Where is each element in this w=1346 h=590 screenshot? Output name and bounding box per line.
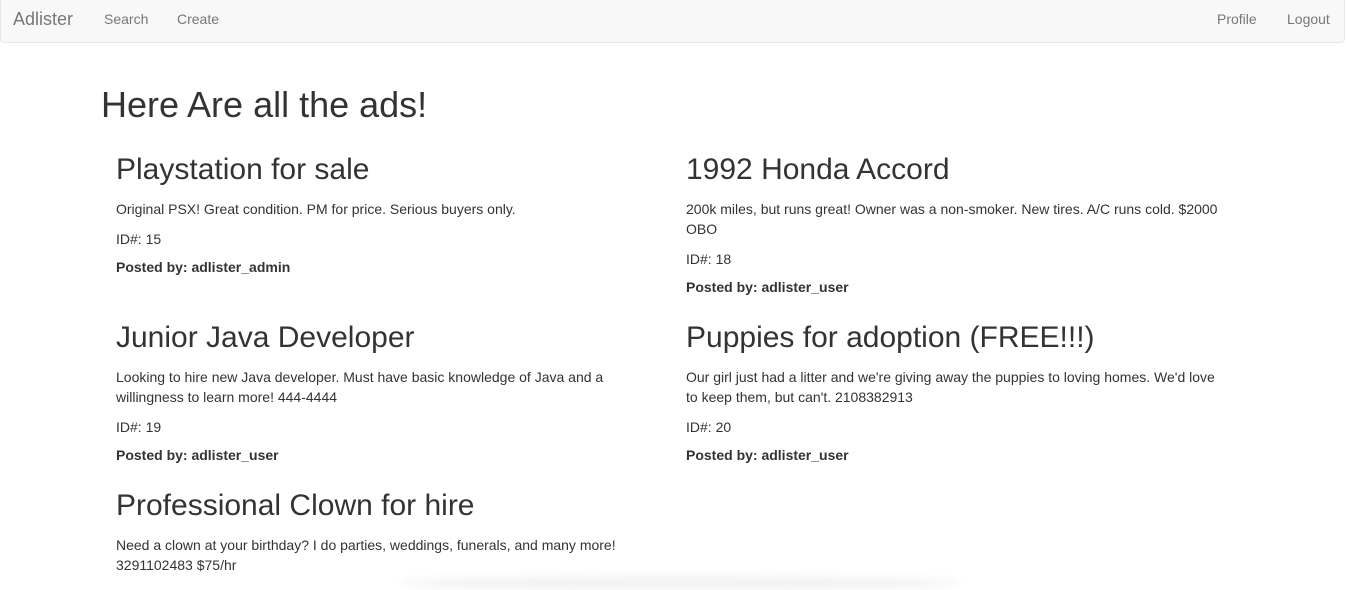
ad-posted-by: Posted by: adlister_user	[686, 447, 849, 463]
ad-description: Original PSX! Great condition. PM for pr…	[116, 201, 516, 217]
ad-card: Junior Java Developer Looking to hire ne…	[116, 320, 656, 465]
ad-title: Junior Java Developer	[116, 321, 415, 354]
ad-id: ID#: 15	[116, 231, 162, 247]
nav-logout-link[interactable]: Logout	[1287, 0, 1330, 40]
ad-description: Need a clown at your birthday? I do part…	[116, 537, 616, 573]
ad-card: Puppies for adoption (FREE!!!) Our girl …	[686, 320, 1226, 465]
top-navbar: Adlister Search Create Profile Logout	[0, 0, 1345, 43]
ad-id: ID#: 18	[686, 251, 732, 267]
ad-card: Professional Clown for hire Need a clown…	[116, 488, 656, 575]
nav-search-link[interactable]: Search	[104, 0, 148, 40]
scroll-shadow	[400, 576, 960, 590]
ad-posted-by: Posted by: adlister_admin	[116, 259, 291, 275]
ad-id: ID#: 19	[116, 419, 162, 435]
ad-title: Puppies for adoption (FREE!!!)	[686, 321, 1095, 354]
ad-posted-by: Posted by: adlister_user	[686, 279, 849, 295]
ad-card: Playstation for sale Original PSX! Great…	[116, 152, 656, 277]
brand-link[interactable]: Adlister	[13, 0, 73, 40]
nav-profile-link[interactable]: Profile	[1217, 0, 1257, 40]
ad-id: ID#: 20	[686, 419, 732, 435]
ad-description: Looking to hire new Java developer. Must…	[116, 369, 604, 405]
ad-card: 1992 Honda Accord 200k miles, but runs g…	[686, 152, 1226, 297]
ad-description: 200k miles, but runs great! Owner was a …	[686, 201, 1218, 237]
ad-description: Our girl just had a litter and we're giv…	[686, 369, 1215, 405]
ad-title: Playstation for sale	[116, 153, 370, 186]
ad-title: 1992 Honda Accord	[686, 153, 950, 186]
page-title: Here Are all the ads!	[101, 84, 428, 125]
nav-create-link[interactable]: Create	[177, 0, 219, 40]
ad-title: Professional Clown for hire	[116, 489, 475, 522]
ad-posted-by: Posted by: adlister_user	[116, 447, 279, 463]
